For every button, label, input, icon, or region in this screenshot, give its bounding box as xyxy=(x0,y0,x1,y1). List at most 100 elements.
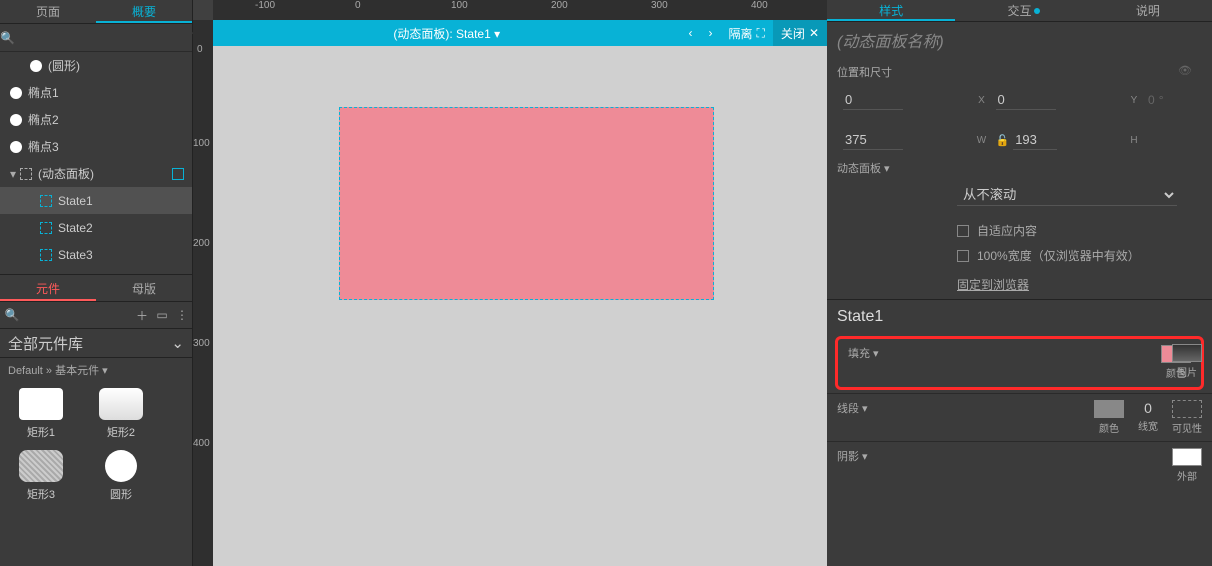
color-swatch-icon xyxy=(1094,400,1124,418)
stroke-visibility[interactable]: 可见性 xyxy=(1172,400,1202,435)
widget-grid: 矩形1 矩形2 矩形3 圆形 xyxy=(0,382,192,508)
shadow-label[interactable]: 阴影 ▾ xyxy=(837,448,877,464)
stroke-width[interactable]: 0线宽 xyxy=(1138,400,1158,435)
scroll-select[interactable]: 从不滚动 xyxy=(957,184,1177,206)
y-input[interactable] xyxy=(996,90,1056,110)
shadow-swatch-icon xyxy=(1172,448,1202,466)
library-breadcrumb[interactable]: Default » 基本元件 ▾ xyxy=(0,358,192,382)
select-caret-icon: ⌄ xyxy=(171,334,184,352)
dp-section-title[interactable]: 动态面板 ▾ xyxy=(837,160,1202,176)
ruler-tick: 0 xyxy=(197,44,203,55)
selected-shape[interactable] xyxy=(339,107,714,300)
outline-label: (动态面板) xyxy=(38,165,94,182)
library-search-row: 🔍 ＋ ▭ ⋮ xyxy=(0,302,192,328)
fit-content-checkbox[interactable]: 自适应内容 xyxy=(957,222,1202,239)
fill-image-swatch[interactable]: 图片 xyxy=(1172,344,1202,379)
tab-widgets[interactable]: 元件 xyxy=(0,275,96,301)
ruler-tick: -100 xyxy=(255,0,275,11)
library-menu-icon[interactable]: ▭ xyxy=(152,308,172,322)
widget-rect1[interactable]: 矩形1 xyxy=(6,388,76,440)
widget-label: 矩形2 xyxy=(107,424,135,440)
widget-circle[interactable]: 圆形 xyxy=(86,450,156,502)
rect2-icon xyxy=(99,388,143,420)
caret-down-icon: ▾ xyxy=(10,167,16,181)
h-label: H xyxy=(1126,135,1142,146)
outline-item-state3[interactable]: State3 xyxy=(0,241,192,268)
rotation-value: 0 xyxy=(1148,93,1155,107)
outline-label: (圆形) xyxy=(48,57,80,74)
outline-item-dynamicpanel[interactable]: ▾ (动态面板) xyxy=(0,160,192,187)
w-label: W xyxy=(974,135,990,146)
tab-page[interactable]: 页面 xyxy=(0,0,96,23)
tab-masters[interactable]: 母版 xyxy=(96,275,192,301)
lock-ratio-icon[interactable]: 🔓 xyxy=(996,134,1010,147)
outline-item-state1[interactable]: State1 xyxy=(0,187,192,214)
outline-item-ellipse2[interactable]: 椭点2 xyxy=(0,106,192,133)
pin-to-browser-link[interactable]: 固定到浏览器 xyxy=(957,276,1029,293)
outline-item-circle[interactable]: (圆形) xyxy=(0,52,192,79)
next-state-button[interactable]: › xyxy=(701,26,721,40)
ruler-tick: 0 xyxy=(355,0,361,11)
widget-label: 圆形 xyxy=(110,486,132,502)
shadow-outer-swatch[interactable]: 外部 xyxy=(1172,448,1202,483)
visibility-marker-icon[interactable] xyxy=(172,168,184,180)
tab-outline[interactable]: 概要 xyxy=(96,0,192,23)
tab-style[interactable]: 样式 xyxy=(827,0,955,21)
canvas-area: -100 0 100 200 300 400 0 100 200 300 400… xyxy=(193,0,827,566)
visibility-swatch-icon xyxy=(1172,400,1202,418)
outline-label: 椭点3 xyxy=(28,138,59,155)
outline-label: State1 xyxy=(58,194,93,208)
state-icon xyxy=(40,195,52,207)
circle-icon xyxy=(10,141,22,153)
circle-icon xyxy=(30,60,42,72)
prev-state-button[interactable]: ‹ xyxy=(681,26,701,40)
outline-search-input[interactable] xyxy=(15,30,192,45)
visibility-toggle-icon[interactable]: 👁 xyxy=(1178,64,1192,77)
canvas-title[interactable]: (动态面板): State1 ▾ xyxy=(213,25,681,42)
canvas-inner: (动态面板): State1 ▾ ‹ › 隔离 ⛶ 关闭 ✕ xyxy=(213,20,827,566)
ruler-tick: 400 xyxy=(193,438,210,449)
isolate-button[interactable]: 隔离 ⛶ xyxy=(721,25,773,42)
checkbox-icon xyxy=(957,225,969,237)
circle-icon xyxy=(10,87,22,99)
outline-item-state2[interactable]: State2 xyxy=(0,214,192,241)
outline-item-ellipse1[interactable]: 椭点1 xyxy=(0,79,192,106)
library-more-icon[interactable]: ⋮ xyxy=(172,308,192,322)
x-input[interactable] xyxy=(843,90,903,110)
stroke-label[interactable]: 线段 ▾ xyxy=(837,400,877,416)
interaction-indicator-icon xyxy=(1034,8,1040,14)
widget-label: 矩形3 xyxy=(27,486,55,502)
stroke-color-swatch[interactable]: 颜色 xyxy=(1094,400,1124,435)
widget-rect3[interactable]: 矩形3 xyxy=(6,450,76,502)
state-icon xyxy=(40,249,52,261)
add-library-icon[interactable]: ＋ xyxy=(132,307,152,324)
tab-notes[interactable]: 说明 xyxy=(1084,0,1212,21)
ruler-tick: 300 xyxy=(651,0,668,11)
dynamicpanel-section: 动态面板 ▾ 从不滚动 自适应内容 100%宽度（仅浏览器中有效） 固定到浏览器 xyxy=(827,154,1212,299)
canvas-body[interactable] xyxy=(213,46,827,566)
outline-tree: (圆形) 椭点1 椭点2 椭点3 ▾ (动态面板) State1 State2 S… xyxy=(0,52,192,268)
widget-rect2[interactable]: 矩形2 xyxy=(86,388,156,440)
full-width-checkbox[interactable]: 100%宽度（仅浏览器中有效） xyxy=(957,247,1202,264)
left-panel: 页面 概要 🔍 ⧩ (圆形) 椭点1 椭点2 椭点3 ▾(动态面板) State… xyxy=(0,0,193,566)
tab-interactions[interactable]: 交互 xyxy=(955,0,1083,21)
size-grid: W 🔓 H xyxy=(827,126,1212,154)
ruler-tick: 100 xyxy=(193,138,210,149)
library-select[interactable]: 全部元件库 ⌄ xyxy=(0,328,192,358)
close-icon: ✕ xyxy=(809,26,819,40)
outline-item-ellipse3[interactable]: 椭点3 xyxy=(0,133,192,160)
degree-icon: ° xyxy=(1159,93,1164,107)
close-button[interactable]: 关闭 ✕ xyxy=(773,20,827,46)
stroke-section: 线段 ▾ 颜色 0线宽 可见性 xyxy=(827,393,1212,441)
ruler-vertical: 0 100 200 300 400 xyxy=(193,20,213,566)
outline-label: 椭点1 xyxy=(28,84,59,101)
right-tabs: 样式 交互 说明 xyxy=(827,0,1212,22)
y-label: Y xyxy=(1126,95,1142,106)
search-icon: 🔍 xyxy=(0,308,24,322)
ruler-horizontal: -100 0 100 200 300 400 xyxy=(213,0,827,20)
ruler-tick: 200 xyxy=(551,0,568,11)
widget-name-input[interactable]: (动态面板名称) xyxy=(827,22,1212,58)
h-input[interactable] xyxy=(1013,130,1057,150)
w-input[interactable] xyxy=(843,130,903,150)
outline-label: State2 xyxy=(58,221,93,235)
